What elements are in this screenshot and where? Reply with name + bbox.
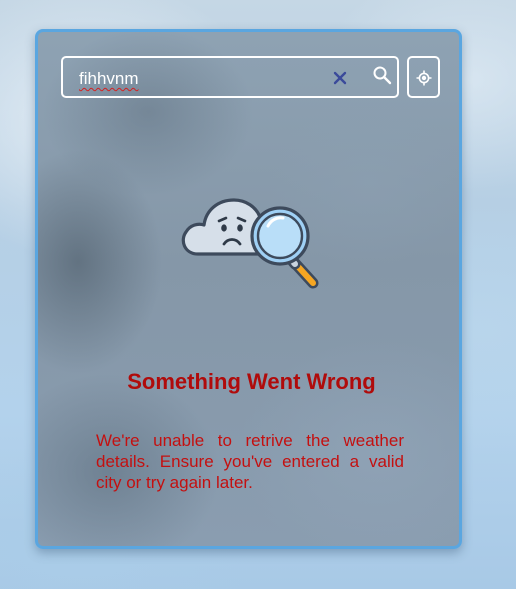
crosshair-icon <box>416 70 432 86</box>
close-icon <box>333 71 347 85</box>
sad-cloud-illustration <box>176 178 328 290</box>
weather-card: fihhvnm Something Went Wrong We're unabl… <box>35 29 462 549</box>
sad-cloud-magnifier-icon <box>181 198 319 289</box>
error-message: We're unable to retrive the weather deta… <box>96 431 404 492</box>
search-icon <box>373 66 392 85</box>
error-title: Something Went Wrong <box>127 369 376 394</box>
search-button[interactable] <box>372 65 392 85</box>
search-input-value: fihhvnm <box>79 69 139 88</box>
clear-search-button[interactable] <box>331 69 349 87</box>
search-box: fihhvnm <box>61 56 399 98</box>
current-location-button[interactable] <box>407 56 440 98</box>
search-input[interactable]: fihhvnm <box>79 69 319 89</box>
